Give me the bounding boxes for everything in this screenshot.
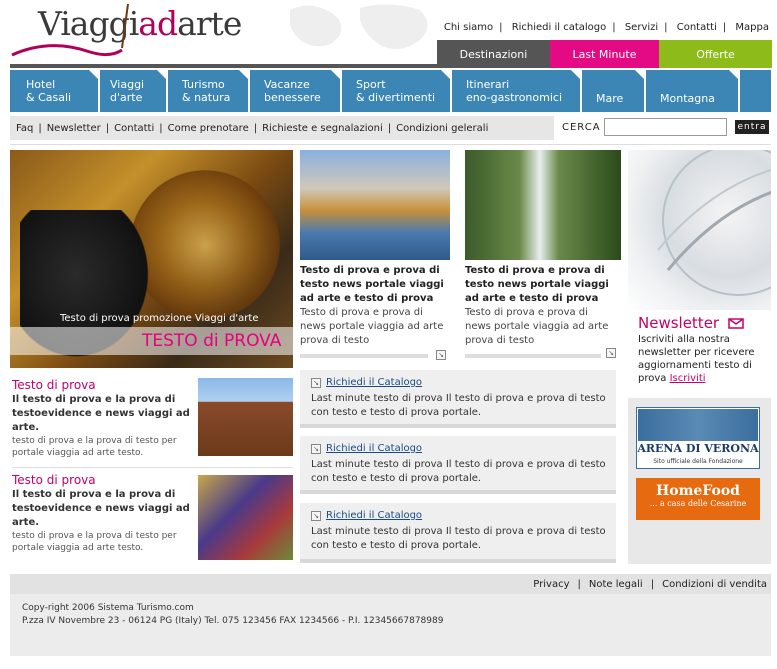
search-button[interactable]: entra <box>735 120 769 134</box>
catalog-arrow-icon-2[interactable]: ↘ <box>311 444 321 454</box>
catalog-arrow-icon-1[interactable]: ↘ <box>311 378 321 388</box>
envelope-icon <box>728 318 744 329</box>
news-title-2[interactable]: Testo di prova e prova di testo news por… <box>465 264 615 306</box>
news-divider-1 <box>300 354 428 358</box>
footer-condizioni-link[interactable]: Condizioni di vendita <box>662 579 767 590</box>
category-viaggi-arte[interactable]: Viaggi d'arte <box>96 70 168 112</box>
subnav-condizioni[interactable]: Condizioni gelerali <box>396 123 488 134</box>
catalog-text-3: Last minute testo di prova Il testo di p… <box>311 526 606 551</box>
left-item-bold-1: Il testo di prova e la prova di testoevi… <box>12 394 190 433</box>
topnav-richiedi-catalogo[interactable]: Richiedi il catalogo <box>512 22 607 33</box>
news-arrow-icon-1[interactable]: ↘ <box>436 350 446 360</box>
header-rule <box>10 144 771 145</box>
news-photo-waterfall[interactable] <box>465 150 621 260</box>
left-item-bold-2: Il testo di prova e la prova di testoevi… <box>12 489 190 528</box>
category-sport-divertimenti[interactable]: Sport & divertimenti <box>342 70 452 112</box>
logo-part-arte: arte <box>177 4 242 43</box>
footer-copyright: Copy-right 2006 Sistema Turismo.com P.zz… <box>22 603 444 626</box>
news-photo-florence-bridge[interactable] <box>300 150 450 260</box>
topnav-contatti[interactable]: Contatti <box>677 22 717 33</box>
newsletter-body: Iscriviti alla nostra newsletter per ric… <box>638 334 755 384</box>
tab-last-minute[interactable]: Last Minute <box>550 40 659 68</box>
left-item-thumb-1[interactable] <box>198 378 293 456</box>
search-input[interactable] <box>604 118 727 136</box>
globe-image <box>628 144 777 310</box>
catalog-link-2[interactable]: Richiedi il Catalogo <box>326 443 422 454</box>
catalog-text-2: Last minute testo di prova Il testo di p… <box>311 459 606 484</box>
top-nav: Chi siamo | Richiedi il catalogo | Servizi… <box>443 22 769 33</box>
newsletter-subscribe-link[interactable]: Iscriviti <box>670 373 706 384</box>
tab-offerte[interactable]: Offerte <box>659 40 772 68</box>
subnav-richieste-segnalazioni[interactable]: Richieste e segnalazioni <box>262 123 383 134</box>
world-map-decoration <box>270 0 440 62</box>
left-item-title-2[interactable]: Testo di prova <box>12 473 96 487</box>
topnav-mappa[interactable]: Mappa <box>735 22 769 33</box>
left-item-divider <box>12 467 293 468</box>
category-mare[interactable]: Mare <box>582 70 646 112</box>
header-divider <box>10 64 437 68</box>
news-title-1[interactable]: Testo di prova e prova di testo news por… <box>300 264 450 306</box>
catalog-arrow-icon-3[interactable]: ↘ <box>311 511 321 521</box>
topnav-servizi[interactable]: Servizi <box>625 22 658 33</box>
left-item-small-1: testo di prova e la prova di testo per p… <box>12 436 177 458</box>
left-item-title-1[interactable]: Testo di prova <box>12 378 96 392</box>
subnav-newsletter[interactable]: Newsletter <box>47 123 101 134</box>
homefood-banner[interactable]: HomeFood ... a casa delle Cesarine <box>636 478 760 520</box>
catalog-text-1: Last minute testo di prova Il testo di p… <box>311 393 606 418</box>
catalog-link-3[interactable]: Richiedi il Catalogo <box>326 510 422 521</box>
hero-subtitle: Testo di prova promozione Viaggi d'arte <box>60 313 259 324</box>
category-turismo-natura[interactable]: Turismo & natura <box>168 70 250 112</box>
category-hotel-casali[interactable]: Hotel & Casali <box>12 70 100 112</box>
catalog-box-2: ↘ Richiedi il Catalogo Last minute testo… <box>300 436 616 494</box>
sub-nav: Faq | Newsletter | Contatti | Come prenotar… <box>10 116 554 140</box>
news-divider-2 <box>465 354 601 358</box>
category-vacanze-benessere[interactable]: Vacanze benessere <box>250 70 342 112</box>
footer-note-legali-link[interactable]: Note legali <box>589 579 643 590</box>
footer-links: Privacy | Note legali | Condizioni di vend… <box>10 574 771 594</box>
catalog-link-1[interactable]: Richiedi il Catalogo <box>326 377 422 388</box>
hero-title[interactable]: TESTO di PROVA <box>142 331 281 351</box>
subnav-contatti[interactable]: Contatti <box>114 123 154 134</box>
category-itinerari-eno-gastronomici[interactable]: Itinerari eno-gastronomici <box>452 70 582 112</box>
topnav-chi-siamo[interactable]: Chi siamo <box>444 22 493 33</box>
subnav-come-prenotare[interactable]: Come prenotare <box>168 123 249 134</box>
search-label: CERCA <box>562 122 601 133</box>
news-body-2: Testo di prova e prova di news portale v… <box>465 307 609 346</box>
news-arrow-icon-2[interactable]: ↘ <box>606 348 616 358</box>
logo-swoosh-icon <box>11 3 129 57</box>
catalog-box-1: ↘ Richiedi il Catalogo Last minute testo… <box>300 370 616 428</box>
catalog-box-3: ↘ Richiedi il Catalogo Last minute testo… <box>300 503 616 563</box>
tab-destinazioni[interactable]: Destinazioni <box>437 40 550 68</box>
left-item-thumb-2[interactable] <box>198 475 293 560</box>
footer-privacy-link[interactable]: Privacy <box>533 579 569 590</box>
left-item-small-2: testo di prova e la prova di testo per p… <box>12 531 177 553</box>
category-montagna[interactable]: Montagna <box>646 70 740 112</box>
arena-di-verona-banner[interactable]: ARENA DI VERONA Sito ufficiale della Fon… <box>636 407 760 469</box>
subnav-faq[interactable]: Faq <box>16 123 33 134</box>
arena-photo <box>638 409 758 441</box>
news-body-1: Testo di prova e prova di news portale v… <box>300 307 444 346</box>
newsletter-title: Newsletter <box>638 314 744 332</box>
